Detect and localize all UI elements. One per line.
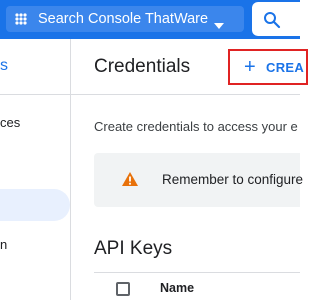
- consent-notice-banner: Remember to configure: [94, 153, 304, 207]
- select-all-checkbox[interactable]: [116, 282, 130, 296]
- sidebar-header: s: [0, 39, 70, 95]
- sidebar-item-credentials[interactable]: [0, 189, 70, 221]
- column-header-name[interactable]: Name: [160, 281, 194, 295]
- create-credentials-button[interactable]: + CREA: [228, 49, 308, 85]
- search-icon: [264, 12, 281, 29]
- top-app-bar: Search Console ThatWare: [0, 0, 312, 39]
- sidebar-item-library[interactable]: ces: [0, 115, 20, 130]
- search-button[interactable]: [252, 2, 312, 36]
- api-keys-heading: API Keys: [94, 238, 173, 259]
- page-header: Credentials + CREA: [71, 39, 308, 95]
- plus-icon: +: [244, 56, 256, 78]
- sidebar: s ces n: [0, 39, 71, 300]
- project-name: Search Console ThatWare: [38, 11, 209, 27]
- notice-text: Remember to configure: [162, 172, 304, 187]
- sidebar-item-consent[interactable]: n: [0, 237, 7, 252]
- project-picker-button[interactable]: Search Console ThatWare: [6, 6, 244, 32]
- project-dots-icon: [14, 12, 28, 26]
- page-description: Create credentials to access your e: [94, 119, 298, 134]
- sidebar-title: s: [0, 57, 8, 74]
- api-keys-table-header: Name: [94, 272, 300, 301]
- page-title: Credentials: [94, 56, 191, 77]
- chevron-down-icon: [214, 16, 224, 29]
- create-button-label: CREA: [266, 60, 305, 75]
- warning-icon: [122, 172, 138, 191]
